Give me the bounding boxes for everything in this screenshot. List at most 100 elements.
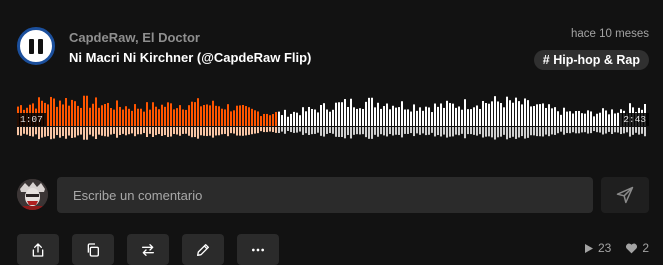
waveform-reflection-bar [572, 127, 574, 133]
waveform-bar [557, 111, 559, 126]
waveform-bar [179, 105, 181, 126]
waveform-reflection-bar [602, 127, 604, 135]
waveform-reflection-bar [461, 127, 463, 134]
waveform-bar [440, 103, 442, 126]
send-comment-button[interactable] [601, 177, 649, 213]
waveform-bar [245, 106, 247, 126]
waveform-bar [314, 109, 316, 126]
comment-input[interactable] [57, 177, 593, 213]
waveform-reflection-bar [185, 127, 187, 134]
waveform[interactable] [17, 86, 649, 142]
waveform-bar [308, 106, 310, 126]
waveform-bar [233, 110, 235, 126]
waveform-bar [293, 111, 295, 126]
waveform-bar [386, 103, 388, 126]
waveform-reflection-bar [173, 127, 175, 134]
more-options-button[interactable] [237, 234, 279, 265]
waveform-reflection-bar [443, 127, 445, 135]
waveform-bar [170, 103, 172, 126]
waveform-bar [236, 105, 238, 126]
waveform-reflection-bar [65, 127, 67, 139]
copy-link-button[interactable] [72, 234, 114, 265]
plays-count: 23 [584, 241, 611, 255]
waveform-reflection-bar [200, 127, 202, 136]
waveform-reflection-bar [353, 127, 355, 135]
waveform-bar [470, 109, 472, 126]
plays-value: 23 [597, 241, 612, 255]
waveform-bar [131, 110, 133, 126]
waveform-reflection-bar [146, 127, 148, 138]
waveform-bar [365, 101, 367, 126]
waveform-reflection-bar [407, 127, 409, 134]
waveform-bar [542, 103, 544, 126]
waveform-reflection-bar [605, 127, 607, 134]
waveform-reflection-bar [218, 127, 220, 136]
waveform-reflection-bar [632, 127, 634, 135]
waveform-reflection-bar [527, 127, 529, 138]
waveform-reflection-bar [422, 127, 424, 134]
waveform-reflection-bar [401, 127, 403, 138]
waveform-bar [62, 104, 64, 126]
waveform-reflection-bar [635, 127, 637, 133]
waveform-bar [434, 103, 436, 126]
pause-button[interactable] [17, 27, 55, 65]
pause-icon [29, 38, 43, 54]
waveform-bar [509, 100, 511, 126]
waveform-reflection-bar [245, 127, 247, 136]
waveform-bar [296, 112, 298, 126]
waveform-bar [614, 113, 616, 126]
waveform-reflection-bar [242, 127, 244, 136]
waveform-reflection-bar [584, 127, 586, 133]
waveform-bar [83, 95, 85, 126]
waveform-bar [617, 112, 619, 126]
waveform-reflection-bar [452, 127, 454, 137]
waveform-bar [428, 107, 430, 126]
user-avatar[interactable] [17, 179, 48, 210]
likes-count[interactable]: 2 [625, 241, 649, 255]
waveform-reflection-bar [161, 127, 163, 136]
edit-icon [197, 243, 209, 256]
waveform-reflection-bar [542, 127, 544, 137]
artist-name[interactable]: CapdeRaw, El Doctor [69, 30, 200, 45]
waveform-reflection-bar [275, 127, 277, 133]
waveform-reflection-bar [560, 127, 562, 132]
share-button[interactable] [17, 234, 59, 265]
waveform-reflection-bar [554, 127, 556, 135]
waveform-reflection-bar [470, 127, 472, 135]
waveform-bar [356, 108, 358, 126]
waveform-reflection-bar [419, 127, 421, 135]
waveform-bar [272, 114, 274, 126]
waveform-reflection-bar [416, 127, 418, 134]
genre-tag[interactable]: # Hip-hop & Rap [533, 50, 649, 70]
waveform-reflection-bar [623, 127, 625, 134]
waveform-reflection-bar [449, 127, 451, 137]
waveform-bar [461, 109, 463, 126]
repost-button[interactable] [127, 234, 169, 265]
waveform-bar [467, 109, 469, 126]
waveform-reflection-bar [62, 127, 64, 137]
waveform-reflection-bar [170, 127, 172, 137]
waveform-bar [404, 109, 406, 126]
waveform-bar [359, 108, 361, 126]
waveform-reflection-bar [188, 127, 190, 136]
waveform-reflection-bar [563, 127, 565, 135]
waveform-bar [584, 113, 586, 126]
waveform-bar [380, 108, 382, 126]
waveform-reflection-bar [569, 127, 571, 134]
waveform-reflection-bar [431, 127, 433, 133]
waveform-bar [218, 106, 220, 126]
waveform-bar [419, 107, 421, 126]
waveform-reflection-bar [83, 127, 85, 140]
waveform-bar [527, 100, 529, 126]
action-toolbar [17, 234, 279, 265]
waveform-reflection-bar [143, 127, 145, 134]
waveform-bar [551, 108, 553, 126]
waveform-reflection-bar [494, 127, 496, 140]
waveform-reflection-bar [641, 127, 643, 134]
waveform-bar [449, 103, 451, 126]
track-title[interactable]: Ni Macri Ni Kirchner (@CapdeRaw Flip) [69, 50, 311, 65]
waveform-reflection-bar [491, 127, 493, 138]
waveform-bar [71, 99, 73, 126]
edit-button[interactable] [182, 234, 224, 265]
waveform-reflection-bar [482, 127, 484, 138]
